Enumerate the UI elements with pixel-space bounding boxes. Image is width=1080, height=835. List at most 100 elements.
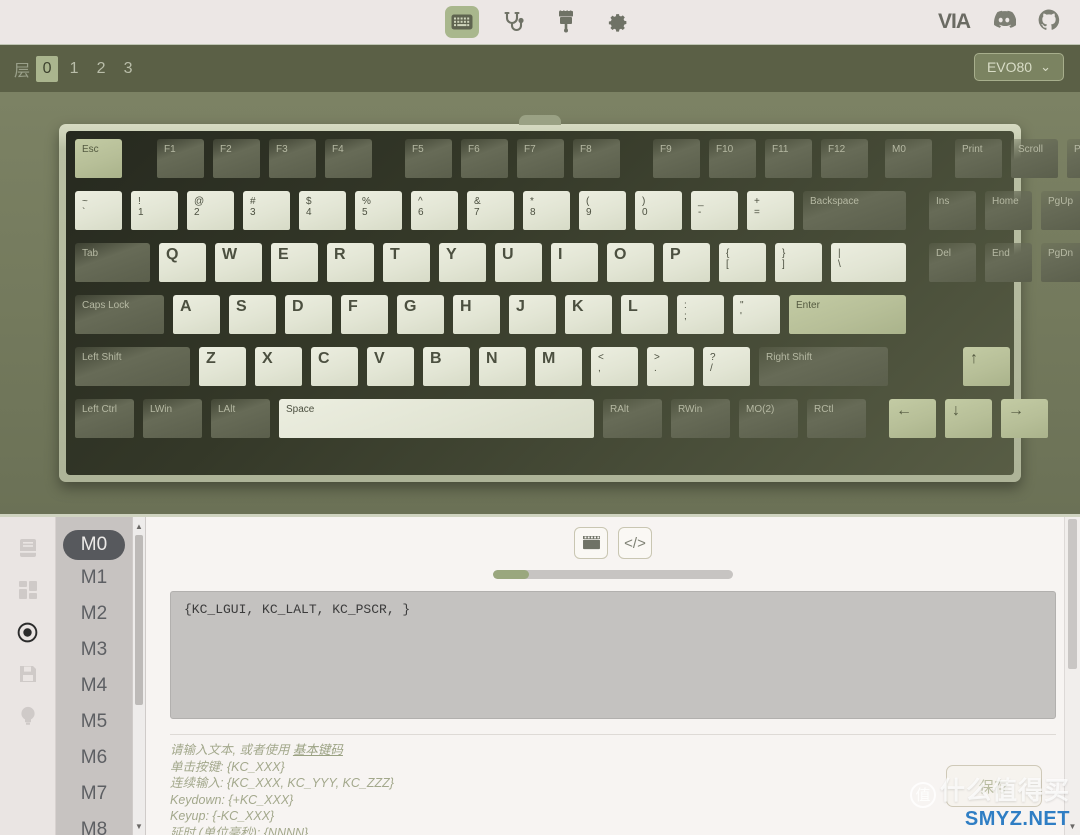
tab-code[interactable]: </> <box>618 527 652 559</box>
key-{-[[interactable]: { [ <box>719 243 771 291</box>
key-?-/[interactable]: ? / <box>703 347 755 395</box>
key-&-7[interactable]: & 7 <box>467 191 519 239</box>
key->-.[interactable]: > . <box>647 347 699 395</box>
key-ins[interactable]: Ins <box>929 191 981 239</box>
macro-item-m8[interactable]: M8 <box>56 812 132 835</box>
macro-scroll-thumb[interactable] <box>135 535 143 705</box>
key-f11[interactable]: F11 <box>765 139 817 187</box>
key-lalt[interactable]: LAlt <box>211 399 275 447</box>
layer-chip-2[interactable]: 2 <box>90 56 112 82</box>
key-left-ctrl[interactable]: Left Ctrl <box>75 399 139 447</box>
key-f1[interactable]: F1 <box>157 139 209 187</box>
editor-scrollbar[interactable]: ▼ <box>1064 517 1080 835</box>
key-^-6[interactable]: ^ 6 <box>411 191 463 239</box>
key-p[interactable]: P <box>663 243 715 291</box>
tab-debug[interactable] <box>497 6 531 38</box>
key-h[interactable]: H <box>453 295 505 343</box>
key-b[interactable]: B <box>423 347 475 395</box>
keyboard-select-dropdown[interactable]: EVO80 ⌄ <box>973 53 1064 81</box>
key-a[interactable]: A <box>173 295 225 343</box>
save-button[interactable]: 保存 <box>946 765 1042 807</box>
key-end[interactable]: End <box>985 243 1037 291</box>
macro-item-m0[interactable]: M0 <box>63 530 125 560</box>
key-rwin[interactable]: RWin <box>671 399 735 447</box>
key-f4[interactable]: F4 <box>325 139 377 187</box>
key-rctl[interactable]: RCtl <box>807 399 871 447</box>
sidebar-item-save[interactable] <box>15 661 41 687</box>
key-e[interactable]: E <box>271 243 323 291</box>
macro-item-m5[interactable]: M5 <box>56 704 132 740</box>
key-m0[interactable]: M0 <box>885 139 937 187</box>
key-f6[interactable]: F6 <box>461 139 513 187</box>
key-~-`[interactable]: ~ ` <box>75 191 127 239</box>
key-scroll[interactable]: Scroll <box>1011 139 1063 187</box>
key-<-,[interactable]: < , <box>591 347 643 395</box>
key-"-'[interactable]: " ' <box>733 295 785 343</box>
key-f5[interactable]: F5 <box>405 139 457 187</box>
sidebar-item-macros[interactable] <box>15 619 41 645</box>
discord-icon[interactable] <box>992 10 1017 34</box>
macro-text-input[interactable] <box>170 591 1056 719</box>
via-logo[interactable]: VIA <box>938 10 971 34</box>
key-lwin[interactable]: LWin <box>143 399 207 447</box>
key-@-2[interactable]: @ 2 <box>187 191 239 239</box>
macro-item-m6[interactable]: M6 <box>56 740 132 776</box>
sidebar-item-lighting[interactable] <box>15 703 41 729</box>
layer-chip-3[interactable]: 3 <box>117 56 139 82</box>
scroll-down-arrow[interactable]: ▼ <box>133 819 145 833</box>
key-v[interactable]: V <box>367 347 419 395</box>
key-space[interactable]: Space <box>279 399 599 447</box>
key-print[interactable]: Print <box>955 139 1007 187</box>
key-pause[interactable]: Pause <box>1067 139 1080 187</box>
key-pgup[interactable]: PgUp <box>1041 191 1080 239</box>
key-|-\[interactable]: | \ <box>831 243 911 291</box>
key-$-4[interactable]: $ 4 <box>299 191 351 239</box>
key-↑[interactable]: ↑ <box>963 347 1015 395</box>
key-mo(2)[interactable]: MO(2) <box>739 399 803 447</box>
key-m[interactable]: M <box>535 347 587 395</box>
key-(-9[interactable]: ( 9 <box>579 191 631 239</box>
key-f9[interactable]: F9 <box>653 139 705 187</box>
key-*-8[interactable]: * 8 <box>523 191 575 239</box>
key-del[interactable]: Del <box>929 243 981 291</box>
key-g[interactable]: G <box>397 295 449 343</box>
key-f[interactable]: F <box>341 295 393 343</box>
macro-list-scrollbar[interactable]: ▲ ▼ <box>132 517 146 835</box>
key-f2[interactable]: F2 <box>213 139 265 187</box>
key-d[interactable]: D <box>285 295 337 343</box>
editor-scroll-down-arrow[interactable]: ▼ <box>1065 819 1080 833</box>
layer-chip-1[interactable]: 1 <box>63 56 85 82</box>
macro-item-m4[interactable]: M4 <box>56 668 132 704</box>
key-f12[interactable]: F12 <box>821 139 873 187</box>
key-#-3[interactable]: # 3 <box>243 191 295 239</box>
key-home[interactable]: Home <box>985 191 1037 239</box>
macro-item-m7[interactable]: M7 <box>56 776 132 812</box>
tab-recorder[interactable] <box>574 527 608 559</box>
macro-item-m3[interactable]: M3 <box>56 632 132 668</box>
key-+-=[interactable]: + = <box>747 191 799 239</box>
key-x[interactable]: X <box>255 347 307 395</box>
key-→[interactable]: → <box>1001 399 1053 447</box>
key-%-5[interactable]: % 5 <box>355 191 407 239</box>
tab-settings[interactable] <box>601 6 635 38</box>
key-}-][interactable]: } ] <box>775 243 827 291</box>
editor-scroll-thumb[interactable] <box>1068 519 1077 669</box>
key-tab[interactable]: Tab <box>75 243 155 291</box>
tab-lighting[interactable] <box>549 6 583 38</box>
key-t[interactable]: T <box>383 243 435 291</box>
key-u[interactable]: U <box>495 243 547 291</box>
basic-keycodes-link[interactable]: 基本键码 <box>293 743 343 757</box>
key-f10[interactable]: F10 <box>709 139 761 187</box>
key-left-shift[interactable]: Left Shift <box>75 347 195 395</box>
key-f3[interactable]: F3 <box>269 139 321 187</box>
key-:-;[interactable]: : ; <box>677 295 729 343</box>
key-f8[interactable]: F8 <box>573 139 625 187</box>
key-w[interactable]: W <box>215 243 267 291</box>
key-l[interactable]: L <box>621 295 673 343</box>
key-backspace[interactable]: Backspace <box>803 191 911 239</box>
key-s[interactable]: S <box>229 295 281 343</box>
key-_--[interactable]: _ - <box>691 191 743 239</box>
key-y[interactable]: Y <box>439 243 491 291</box>
key-enter[interactable]: Enter <box>789 295 911 343</box>
key-right-shift[interactable]: Right Shift <box>759 347 893 395</box>
